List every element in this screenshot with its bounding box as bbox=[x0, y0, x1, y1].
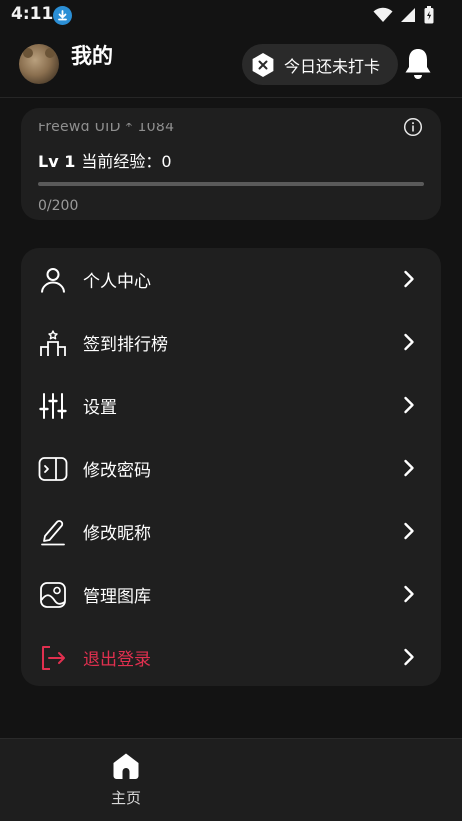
menu-item-change-password[interactable]: 修改密码 bbox=[21, 437, 441, 500]
person-icon bbox=[38, 265, 68, 295]
page-title: 我的 bbox=[71, 44, 113, 68]
logout-icon bbox=[38, 643, 68, 673]
chevron-right-icon bbox=[403, 333, 415, 355]
pencil-icon bbox=[38, 517, 68, 547]
battery-icon bbox=[424, 6, 434, 24]
avatar[interactable] bbox=[19, 44, 59, 84]
exp-label: 当前经验：0 bbox=[81, 152, 172, 171]
level-line: Lv 1 当前经验：0 bbox=[38, 148, 172, 172]
nav-home-label: 主页 bbox=[110, 789, 141, 807]
menu-item-label: 管理图库 bbox=[83, 587, 151, 607]
menu-item-label: 修改昵称 bbox=[83, 524, 151, 544]
menu-item-label: 修改密码 bbox=[83, 461, 151, 481]
menu-item-label: 个人中心 bbox=[83, 272, 151, 292]
chevron-right-icon bbox=[403, 522, 415, 544]
menu-item-label: 退出登录 bbox=[83, 650, 151, 670]
chevron-right-icon bbox=[403, 648, 415, 670]
chevron-right-icon bbox=[403, 585, 415, 607]
menu-item-logout[interactable]: 退出登录 bbox=[21, 626, 441, 689]
chevron-right-icon bbox=[403, 459, 415, 481]
password-icon bbox=[38, 454, 68, 484]
bell-icon[interactable] bbox=[402, 46, 434, 86]
exp-progress-bar bbox=[38, 182, 424, 186]
menu-card: 个人中心 签到排行榜 设置 修改密码 修改昵称 管理图库 退出登录 bbox=[21, 248, 441, 686]
menu-item-personal-center[interactable]: 个人中心 bbox=[21, 248, 441, 311]
menu-item-change-nickname[interactable]: 修改昵称 bbox=[21, 500, 441, 563]
checkin-status-icon bbox=[250, 52, 276, 78]
status-bar: 4:11 bbox=[0, 0, 462, 30]
exp-progress-text: 0/200 bbox=[38, 198, 79, 214]
download-notification-icon bbox=[53, 6, 72, 25]
image-gallery-icon bbox=[38, 580, 68, 610]
bottom-nav: 主页 bbox=[0, 738, 462, 821]
uid-text: Freewd UID * 1084 bbox=[38, 119, 175, 135]
menu-item-settings[interactable]: 设置 bbox=[21, 374, 441, 437]
ranking-podium-icon bbox=[38, 328, 68, 358]
chevron-right-icon bbox=[403, 396, 415, 418]
status-time: 4:11 bbox=[11, 4, 54, 24]
level-value: Lv 1 bbox=[38, 152, 76, 171]
wifi-icon bbox=[373, 7, 393, 22]
profile-screen: 4:11 我的 今日还未打卡 Freewd UID * 1084 Lv 1 当前… bbox=[0, 0, 462, 821]
sliders-icon bbox=[38, 391, 68, 421]
checkin-button[interactable]: 今日还未打卡 bbox=[242, 44, 398, 85]
info-icon[interactable] bbox=[403, 117, 423, 141]
menu-item-label: 设置 bbox=[83, 398, 117, 418]
menu-item-label: 签到排行榜 bbox=[83, 335, 168, 355]
system-icons bbox=[373, 6, 434, 24]
home-icon bbox=[113, 753, 139, 779]
menu-item-checkin-ranking[interactable]: 签到排行榜 bbox=[21, 311, 441, 374]
checkin-label: 今日还未打卡 bbox=[284, 56, 381, 76]
profile-header: 我的 今日还未打卡 bbox=[0, 30, 462, 98]
menu-item-manage-gallery[interactable]: 管理图库 bbox=[21, 563, 441, 626]
signal-icon bbox=[401, 8, 415, 22]
chevron-right-icon bbox=[403, 270, 415, 292]
level-card: Freewd UID * 1084 Lv 1 当前经验：0 0/200 bbox=[21, 108, 441, 220]
nav-home-tab[interactable]: 主页 bbox=[98, 751, 154, 813]
